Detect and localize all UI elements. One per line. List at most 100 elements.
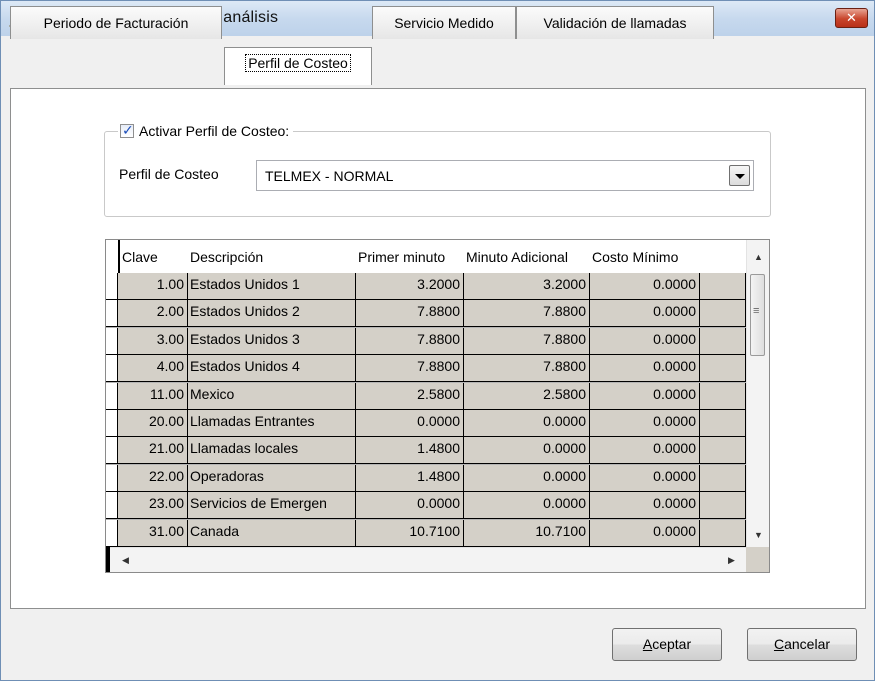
- cell-descripcion[interactable]: Servicios de Emergen: [188, 492, 356, 520]
- cell-minuto-adicional[interactable]: 7.8800: [464, 327, 590, 355]
- cell-descripcion[interactable]: Estados Unidos 1: [188, 273, 356, 300]
- cell-empty[interactable]: [700, 437, 746, 465]
- cell-primer-minuto[interactable]: 3.2000: [356, 273, 464, 300]
- enable-costing-checkbox[interactable]: [120, 122, 134, 139]
- cell-primer-minuto[interactable]: 0.0000: [356, 492, 464, 520]
- cell-primer-minuto[interactable]: 7.8800: [356, 355, 464, 383]
- table-row[interactable]: 23.00 Servicios de Emergen 0.0000 0.0000 0.0…: [106, 492, 746, 520]
- row-selector[interactable]: [106, 382, 118, 410]
- cell-costo-minimo[interactable]: 0.0000: [590, 519, 700, 547]
- table-row[interactable]: 20.00 Llamadas Entrantes 0.0000 0.0000 0.000…: [106, 410, 746, 437]
- cell-descripcion[interactable]: Mexico: [188, 382, 356, 410]
- cell-costo-minimo[interactable]: 0.0000: [590, 300, 700, 328]
- row-selector[interactable]: [106, 300, 118, 328]
- row-selector[interactable]: [106, 519, 118, 547]
- cell-empty[interactable]: [700, 410, 746, 437]
- tab-servicio-medido[interactable]: Servicio Medido: [372, 6, 516, 39]
- cell-descripcion[interactable]: Estados Unidos 4: [188, 355, 356, 383]
- column-header-minuto-adicional[interactable]: Minuto Adicional: [464, 240, 590, 273]
- cell-costo-minimo[interactable]: 0.0000: [590, 382, 700, 410]
- cell-clave[interactable]: 4.00: [118, 355, 188, 383]
- cell-descripcion[interactable]: Llamadas Entrantes: [188, 410, 356, 437]
- scroll-thumb[interactable]: [750, 274, 765, 356]
- cell-costo-minimo[interactable]: 0.0000: [590, 492, 700, 520]
- vertical-scrollbar[interactable]: ▲ ▼: [746, 240, 769, 547]
- cell-costo-minimo[interactable]: 0.0000: [590, 410, 700, 437]
- column-header-costo-minimo[interactable]: Costo Mínimo: [590, 240, 700, 273]
- scroll-up-icon[interactable]: ▲: [754, 252, 763, 262]
- table-row[interactable]: 4.00 Estados Unidos 4 7.8800 7.8800 0.0000: [106, 355, 746, 383]
- cell-costo-minimo[interactable]: 0.0000: [590, 437, 700, 465]
- tab-perfil-costeo[interactable]: Perfil de Costeo: [224, 47, 372, 85]
- row-selector[interactable]: [106, 464, 118, 492]
- table-row[interactable]: 21.00 Llamadas locales 1.4800 0.0000 0.0000: [106, 437, 746, 465]
- table-row[interactable]: 2.00 Estados Unidos 2 7.8800 7.8800 0.0000: [106, 300, 746, 328]
- cell-descripcion[interactable]: Estados Unidos 2: [188, 300, 356, 328]
- row-selector[interactable]: [106, 355, 118, 383]
- cell-clave[interactable]: 3.00: [118, 327, 188, 355]
- cell-clave[interactable]: 2.00: [118, 300, 188, 328]
- scroll-left-icon[interactable]: ◀: [122, 555, 129, 566]
- cell-costo-minimo[interactable]: 0.0000: [590, 464, 700, 492]
- cell-clave[interactable]: 1.00: [118, 273, 188, 300]
- cell-primer-minuto[interactable]: 7.8800: [356, 327, 464, 355]
- cell-minuto-adicional[interactable]: 7.8800: [464, 300, 590, 328]
- tab-validacion-llamadas[interactable]: Validación de llamadas: [516, 6, 714, 39]
- cell-empty[interactable]: [700, 492, 746, 520]
- cell-primer-minuto[interactable]: 7.8800: [356, 300, 464, 328]
- enable-costing-toggle[interactable]: Activar Perfil de Costeo:: [118, 121, 294, 141]
- cell-empty[interactable]: [700, 355, 746, 383]
- accept-button[interactable]: Aceptar: [612, 628, 722, 661]
- row-selector[interactable]: [106, 327, 118, 355]
- table-row[interactable]: 31.00 Canada 10.7100 10.7100 0.0000: [106, 519, 746, 547]
- cell-clave[interactable]: 21.00: [118, 437, 188, 465]
- cell-minuto-adicional[interactable]: 0.0000: [464, 410, 590, 437]
- cell-empty[interactable]: [700, 519, 746, 547]
- table-row[interactable]: 3.00 Estados Unidos 3 7.8800 7.8800 0.0000: [106, 327, 746, 355]
- cell-minuto-adicional[interactable]: 3.2000: [464, 273, 590, 300]
- cell-minuto-adicional[interactable]: 0.0000: [464, 492, 590, 520]
- cell-clave[interactable]: 23.00: [118, 492, 188, 520]
- cell-costo-minimo[interactable]: 0.0000: [590, 273, 700, 300]
- scroll-right-icon[interactable]: ▶: [728, 555, 735, 566]
- profile-select[interactable]: TELMEX - NORMAL: [256, 160, 754, 191]
- cell-clave[interactable]: 31.00: [118, 519, 188, 547]
- cell-minuto-adicional[interactable]: 2.5800: [464, 382, 590, 410]
- rates-grid[interactable]: Clave Descripción Primer minuto Minuto A…: [105, 239, 770, 573]
- row-selector[interactable]: [106, 273, 118, 300]
- cell-minuto-adicional[interactable]: 10.7100: [464, 519, 590, 547]
- cell-empty[interactable]: [700, 464, 746, 492]
- cell-descripcion[interactable]: Canada: [188, 519, 356, 547]
- cell-primer-minuto[interactable]: 0.0000: [356, 410, 464, 437]
- cell-minuto-adicional[interactable]: 0.0000: [464, 437, 590, 465]
- cell-costo-minimo[interactable]: 0.0000: [590, 327, 700, 355]
- table-row[interactable]: 22.00 Operadoras 1.4800 0.0000 0.0000: [106, 464, 746, 492]
- cell-minuto-adicional[interactable]: 7.8800: [464, 355, 590, 383]
- table-row[interactable]: 11.00 Mexico 2.5800 2.5800 0.0000: [106, 382, 746, 410]
- row-selector[interactable]: [106, 410, 118, 437]
- row-selector[interactable]: [106, 492, 118, 520]
- scroll-down-icon[interactable]: ▼: [754, 530, 763, 540]
- cancel-button[interactable]: Cancelar: [747, 628, 857, 661]
- cell-primer-minuto[interactable]: 1.4800: [356, 437, 464, 465]
- table-row[interactable]: 1.00 Estados Unidos 1 3.2000 3.2000 0.0000: [106, 273, 746, 300]
- cell-primer-minuto[interactable]: 1.4800: [356, 464, 464, 492]
- horizontal-scrollbar[interactable]: ◀ ▶: [106, 547, 746, 572]
- cell-empty[interactable]: [700, 273, 746, 300]
- cell-descripcion[interactable]: Llamadas locales: [188, 437, 356, 465]
- column-header-descripcion[interactable]: Descripción: [188, 240, 356, 273]
- row-selector[interactable]: [106, 437, 118, 465]
- column-header-primer-minuto[interactable]: Primer minuto: [356, 240, 464, 273]
- cell-minuto-adicional[interactable]: 0.0000: [464, 464, 590, 492]
- dropdown-arrow-icon[interactable]: [729, 165, 750, 186]
- cell-primer-minuto[interactable]: 2.5800: [356, 382, 464, 410]
- cell-empty[interactable]: [700, 300, 746, 328]
- cell-empty[interactable]: [700, 382, 746, 410]
- tab-periodo-facturacion[interactable]: Periodo de Facturación: [10, 6, 222, 39]
- cell-clave[interactable]: 11.00: [118, 382, 188, 410]
- cell-descripcion[interactable]: Estados Unidos 3: [188, 327, 356, 355]
- close-button[interactable]: ✕: [835, 8, 868, 28]
- cell-empty[interactable]: [700, 327, 746, 355]
- cell-primer-minuto[interactable]: 10.7100: [356, 519, 464, 547]
- cell-clave[interactable]: 20.00: [118, 410, 188, 437]
